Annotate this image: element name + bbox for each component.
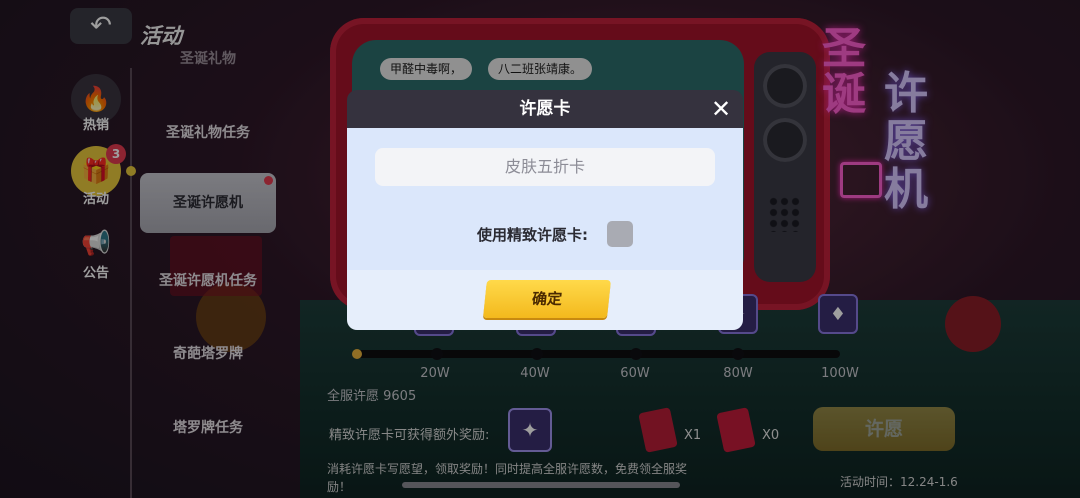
modal-title: 许愿卡 (519, 99, 571, 119)
modal-body: 皮肤五折卡 使用精致许愿卡: 确定 (347, 128, 743, 330)
modal-header: 许愿卡 (347, 90, 743, 130)
use-premium-checkbox[interactable] (607, 221, 633, 247)
selected-card-field[interactable]: 皮肤五折卡 (375, 148, 715, 186)
close-icon[interactable]: ✕ (708, 96, 734, 122)
confirm-button[interactable]: 确定 (483, 280, 611, 318)
confirm-label: 确定 (531, 290, 563, 308)
use-premium-label: 使用精致许愿卡: (477, 226, 588, 244)
